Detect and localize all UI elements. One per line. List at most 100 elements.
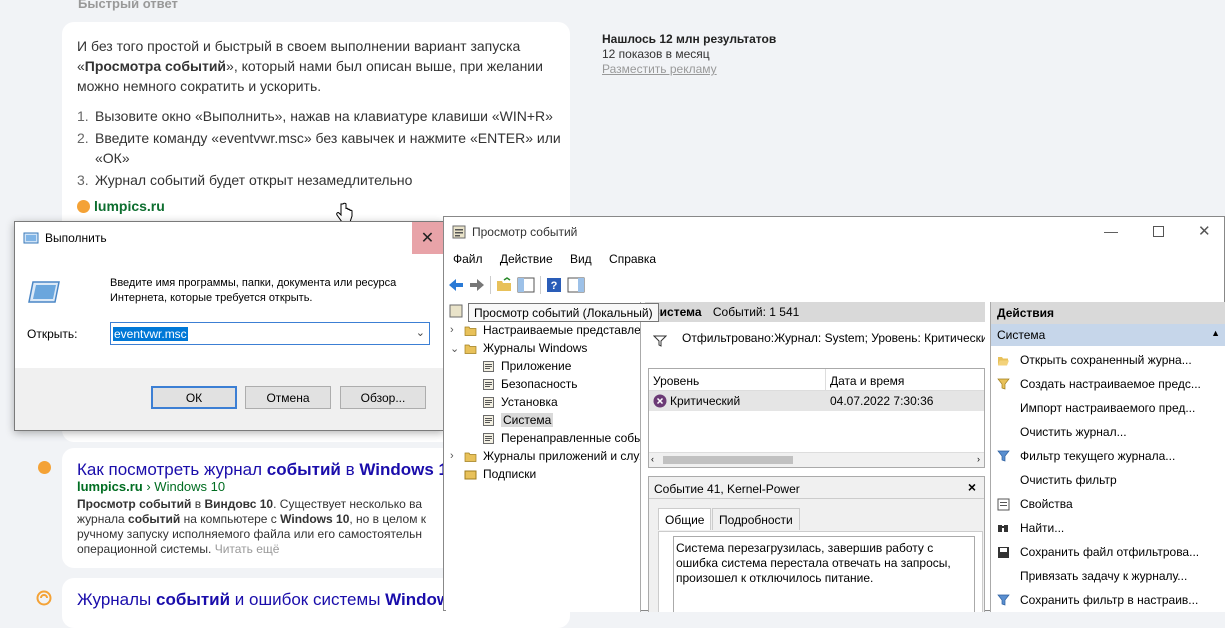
collapse-icon[interactable]: ▲: [1211, 328, 1220, 342]
result-url[interactable]: lumpics.ru › Windows 10: [77, 479, 225, 494]
result-snippet: Просмотр событий в Виндовс 10. Существуе…: [77, 497, 427, 556]
action-label: Импорт настраиваемого пред...: [1020, 401, 1196, 415]
action-item[interactable]: Привязать задачу к журналу...: [997, 564, 1225, 588]
event-viewer-app-icon: [452, 225, 466, 239]
detail-close-icon[interactable]: ×: [968, 479, 976, 495]
read-more-link[interactable]: Читать ещё: [215, 542, 280, 556]
action-item[interactable]: Создать настраиваемое предс...: [997, 372, 1225, 396]
action-label: Свойства: [1020, 497, 1073, 511]
tab-general[interactable]: Общие: [658, 508, 712, 530]
open-input-value: eventvwr.msc: [113, 326, 188, 341]
tree-item-label: Подписки: [483, 467, 537, 481]
expander-icon[interactable]: ›: [450, 324, 464, 336]
list-item: 1. Вызовите окно «Выполнить», нажав на кл…: [77, 106, 567, 126]
tab-details[interactable]: Подробности: [712, 508, 800, 530]
scroll-thumb[interactable]: [663, 456, 793, 464]
show-hide-tree-icon[interactable]: [517, 277, 535, 293]
log-icon: [483, 432, 494, 444]
log-icon: [483, 360, 494, 372]
action-label: Очистить журнал...: [1020, 425, 1127, 439]
table-row[interactable]: Критический 04.07.2022 7:30:36: [649, 391, 984, 411]
window-close-button[interactable]: ✕: [1198, 222, 1211, 240]
result-favicon-icon: [36, 590, 52, 606]
horizontal-scrollbar[interactable]: ‹ ›: [649, 452, 984, 467]
forward-arrow-icon[interactable]: [469, 278, 485, 292]
run-button-bar: ОК Отмена Обзор...: [15, 368, 443, 430]
open-input[interactable]: eventvwr.msc ⌄: [110, 322, 430, 345]
menu-action[interactable]: Действие: [500, 252, 553, 266]
place-ad-link[interactable]: Разместить рекламу: [602, 62, 776, 77]
show-action-pane-icon[interactable]: [567, 277, 585, 293]
chevron-down-icon[interactable]: ⌄: [416, 326, 425, 339]
scroll-left-icon[interactable]: ‹: [651, 454, 654, 464]
ev-toolbar: ?: [448, 274, 585, 296]
find-icon: [998, 524, 1008, 532]
expander-icon[interactable]: ›: [450, 450, 464, 462]
action-item[interactable]: Очистить фильтр: [997, 468, 1225, 492]
filter-icon: [997, 450, 1010, 461]
tree-item-label: Установка: [501, 395, 558, 409]
tree-item[interactable]: Безопасность: [450, 375, 640, 393]
close-button[interactable]: ✕: [412, 222, 443, 254]
action-item[interactable]: Очистить журнал...: [997, 420, 1225, 444]
action-item[interactable]: Импорт настраиваемого пред...: [997, 396, 1225, 420]
menu-view[interactable]: Вид: [570, 252, 592, 266]
folder-icon: [464, 326, 477, 336]
tree-pane: › Настраиваемые представления ⌄ Журналы Win…: [446, 302, 641, 612]
tree-item[interactable]: Приложение: [450, 357, 640, 375]
action-item[interactable]: Сохранить фильтр в настраив...: [997, 588, 1225, 612]
actions-section[interactable]: Система ▲: [991, 324, 1225, 346]
quick-answer-source[interactable]: lumpics.ru: [77, 198, 165, 214]
results-count: Нашлось 12 млн результатов: [602, 32, 777, 46]
up-folder-icon[interactable]: [496, 277, 512, 293]
action-item[interactable]: Найти...: [997, 516, 1225, 540]
filter-create-icon: [997, 378, 1010, 389]
tree-item[interactable]: Система: [450, 411, 640, 429]
quick-answer-heading: Быстрый ответ: [78, 0, 178, 11]
action-item[interactable]: Открыть сохраненный журна...: [997, 348, 1225, 372]
step-number: 3.: [77, 172, 89, 188]
expander-icon[interactable]: ⌄: [450, 342, 464, 355]
result-title-link[interactable]: Как посмотреть журнал событий в Windows …: [77, 460, 457, 480]
folder-icon: [464, 452, 477, 462]
quick-answer-steps: 1. Вызовите окно «Выполнить», нажав на кл…: [77, 106, 567, 192]
detail-title: Событие 41, Kernel-Power: [649, 477, 984, 499]
save-filter-icon: [997, 594, 1010, 605]
action-label: Сохранить фильтр в настраив...: [1020, 593, 1199, 607]
browse-button[interactable]: Обзор...: [340, 386, 426, 409]
tree-item[interactable]: Перенаправленные события: [450, 429, 640, 447]
shows-count: 12 показов в месяц: [602, 47, 710, 61]
open-label: Открыть:: [27, 327, 78, 341]
menu-file[interactable]: Файл: [453, 252, 483, 266]
step-text: Журнал событий будет открыт незамедлител…: [95, 172, 413, 188]
cancel-button[interactable]: Отмена: [245, 386, 331, 409]
menu-help[interactable]: Справка: [609, 252, 656, 266]
run-dialog: Выполнить ✕ Введите имя программы, папки…: [14, 221, 444, 431]
log-icon: [483, 378, 494, 390]
ev-menubar: Файл Действие Вид Справка: [453, 252, 670, 266]
log-header: Система Событий: 1 541: [645, 302, 985, 322]
help-icon[interactable]: ?: [546, 277, 562, 293]
tree-item[interactable]: › Журналы приложений и служб: [450, 447, 640, 465]
action-item[interactable]: Свойства: [997, 492, 1225, 516]
tree-item[interactable]: Подписки: [450, 465, 640, 483]
run-app-icon: [23, 232, 39, 244]
tree-item[interactable]: ⌄ Журналы Windows: [450, 339, 640, 357]
action-item[interactable]: Сохранить файл отфильтрова...: [997, 540, 1225, 564]
back-arrow-icon[interactable]: [448, 278, 464, 292]
ok-button[interactable]: ОК: [151, 386, 237, 409]
result-title-link[interactable]: Журналы событий и ошибок системы Windows: [77, 590, 460, 610]
minimize-button[interactable]: —: [1104, 223, 1118, 239]
action-label: Сохранить файл отфильтрова...: [1020, 545, 1200, 559]
col-level-header[interactable]: Уровень: [649, 369, 826, 390]
action-item[interactable]: Фильтр текущего журнала...: [997, 444, 1225, 468]
log-icon: [483, 396, 494, 408]
maximize-button[interactable]: [1153, 226, 1164, 237]
event-count: Событий: 1 541: [712, 305, 800, 319]
tree-item[interactable]: Установка: [450, 393, 640, 411]
tooltip: Просмотр событий (Локальный): [468, 303, 659, 322]
col-date-header[interactable]: Дата и время: [826, 369, 908, 390]
tree-item[interactable]: › Настраиваемые представления: [450, 321, 641, 339]
tree-item-label: Настраиваемые представления: [483, 323, 641, 337]
scroll-right-icon[interactable]: ›: [977, 454, 980, 464]
